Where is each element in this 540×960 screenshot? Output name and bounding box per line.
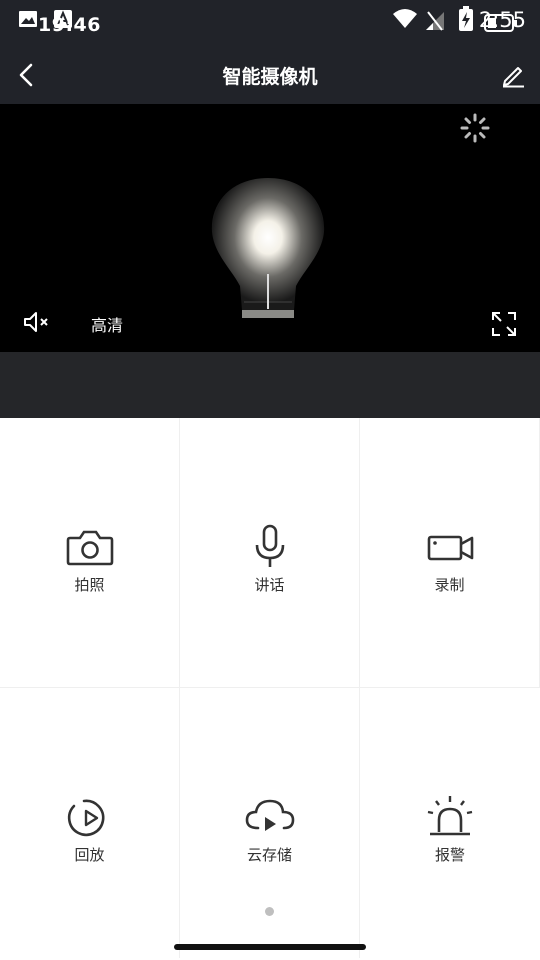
playback-button[interactable]: 回放 [0,688,180,958]
talk-label: 讲话 [254,576,285,594]
playback-label: 回放 [74,846,105,864]
video-quality-toggle[interactable]: 高清 [91,312,123,336]
fullscreen-icon[interactable] [490,310,518,338]
video-camera-icon [427,535,474,561]
alarm-button[interactable]: 报警 [360,688,540,958]
talk-button[interactable]: 讲话 [180,418,360,688]
cloud-storage-label: 云存储 [246,846,292,864]
alarm-label: 报警 [434,846,465,864]
photo-button[interactable]: 拍照 [0,418,180,688]
camera-icon [66,530,114,566]
video-player[interactable]: 高清 [0,104,540,352]
status-bar: 19:46 2:55 [0,0,540,44]
record-button[interactable]: 录制 [360,418,540,688]
status-time-right: 2:55 [478,8,526,32]
page-title: 智能摄像机 [222,66,318,88]
alarm-icon [427,796,473,836]
cloud-storage-button[interactable]: 云存储 [180,688,360,958]
status-time-left: 19:46 [38,14,101,36]
page-indicator-dot [265,907,274,916]
action-grid: 拍照 讲话 录制 回放 云存储 报警 [0,418,540,960]
image-icon [19,11,37,27]
app-header: 智能摄像机 [0,44,540,104]
microphone-icon [255,524,285,567]
wifi-icon [393,9,417,28]
video-controls-bar [0,352,540,418]
home-indicator[interactable] [174,944,366,950]
playback-icon [67,799,105,837]
edit-pencil-icon[interactable] [500,62,526,88]
record-label: 录制 [434,576,465,594]
loading-spinner-icon [460,113,490,143]
mute-speaker-icon[interactable] [22,310,52,334]
signal-icon [426,11,444,31]
photo-label: 拍照 [74,576,105,594]
cloud-play-icon [245,799,295,831]
battery-saver-icon [459,6,473,31]
